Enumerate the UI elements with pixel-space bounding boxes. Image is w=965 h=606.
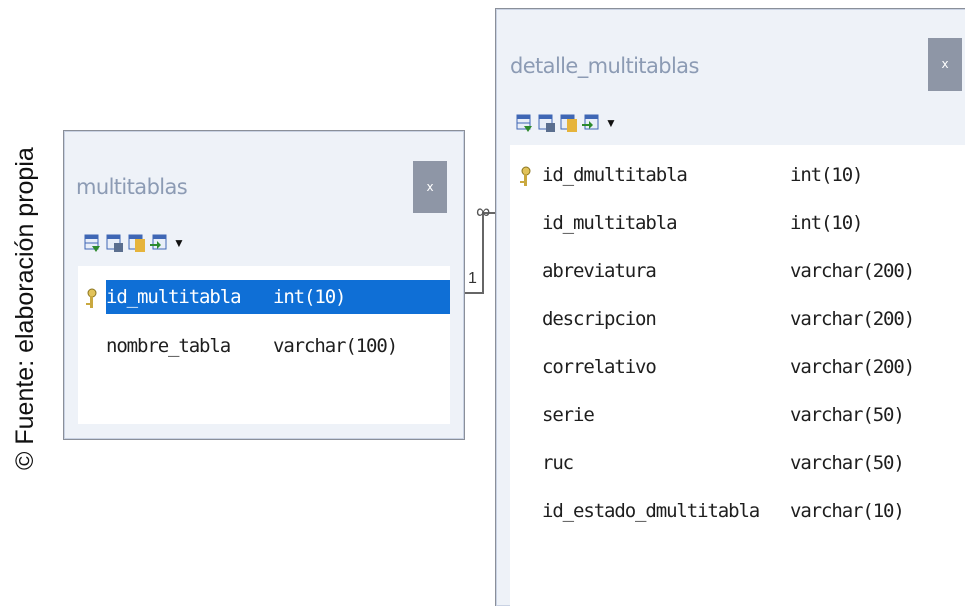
column-name: ruc <box>542 452 574 474</box>
column-name: id_estado_dmultitabla <box>542 500 760 522</box>
indexes-icon[interactable] <box>538 113 556 133</box>
column-type: varchar(50) <box>790 404 905 426</box>
column-row[interactable]: id_dmultitabla int(10) <box>510 158 965 192</box>
table-toolbar: ▼ <box>516 113 617 133</box>
column-type: varchar(200) <box>790 260 915 282</box>
cardinality-one-label: 1 <box>468 270 477 287</box>
column-name: correlativo <box>542 356 657 378</box>
primary-key-icon <box>518 165 532 199</box>
column-type: varchar(200) <box>790 308 915 330</box>
close-button[interactable]: x <box>413 161 447 213</box>
column-type: int(10) <box>273 286 346 308</box>
table-toolbar: ▼ <box>84 233 185 253</box>
column-row[interactable]: ruc varchar(50) <box>510 446 965 480</box>
column-type: varchar(200) <box>790 356 915 378</box>
column-name: descripcion <box>542 308 657 330</box>
indexes-icon[interactable] <box>106 233 124 253</box>
column-row[interactable]: id_multitabla int(10) <box>510 206 965 240</box>
column-list: id_multitabla int(10) nombre_tabla varch… <box>78 266 450 424</box>
add-column-icon[interactable] <box>84 233 102 253</box>
chevron-down-icon[interactable]: ▼ <box>605 116 617 130</box>
column-name: id_multitabla <box>542 212 678 234</box>
close-button[interactable]: x <box>928 38 962 91</box>
relations-icon[interactable] <box>150 233 168 253</box>
chevron-down-icon[interactable]: ▼ <box>173 236 185 250</box>
column-list: id_dmultitabla int(10) id_multitabla int… <box>510 145 965 606</box>
column-type: varchar(100) <box>273 335 398 357</box>
add-column-icon[interactable] <box>516 113 534 133</box>
column-row[interactable]: id_estado_dmultitabla varchar(10) <box>510 494 965 528</box>
column-row[interactable]: correlativo varchar(200) <box>510 350 965 384</box>
column-name: id_dmultitabla <box>542 164 688 186</box>
column-name: id_multitabla <box>106 286 242 308</box>
column-name: abreviatura <box>542 260 657 282</box>
column-name: nombre_tabla <box>106 335 231 357</box>
column-name: serie <box>542 404 595 426</box>
table-title: multitablas <box>76 175 188 199</box>
primary-key-icon <box>84 287 98 321</box>
column-row[interactable]: descripcion varchar(200) <box>510 302 965 336</box>
column-type: varchar(50) <box>790 452 905 474</box>
column-type: varchar(10) <box>790 500 905 522</box>
keys-icon[interactable] <box>560 113 578 133</box>
column-row[interactable]: serie varchar(50) <box>510 398 965 432</box>
column-type: int(10) <box>790 164 863 186</box>
column-row[interactable]: id_multitabla int(10) <box>78 280 450 314</box>
keys-icon[interactable] <box>128 233 146 253</box>
cardinality-many-label: ∞ <box>476 201 490 223</box>
column-row[interactable]: nombre_tabla varchar(100) <box>78 329 450 363</box>
column-type: int(10) <box>790 212 863 234</box>
table-window-detalle-multitablas[interactable]: detalle_multitablas x ▼ id_dmultitabla i… <box>495 8 965 606</box>
table-title: detalle_multitablas <box>510 54 699 78</box>
relations-icon[interactable] <box>582 113 600 133</box>
column-row[interactable]: abreviatura varchar(200) <box>510 254 965 288</box>
table-window-multitablas[interactable]: multitablas x ▼ id_multitabla int(10) no… <box>63 130 465 440</box>
